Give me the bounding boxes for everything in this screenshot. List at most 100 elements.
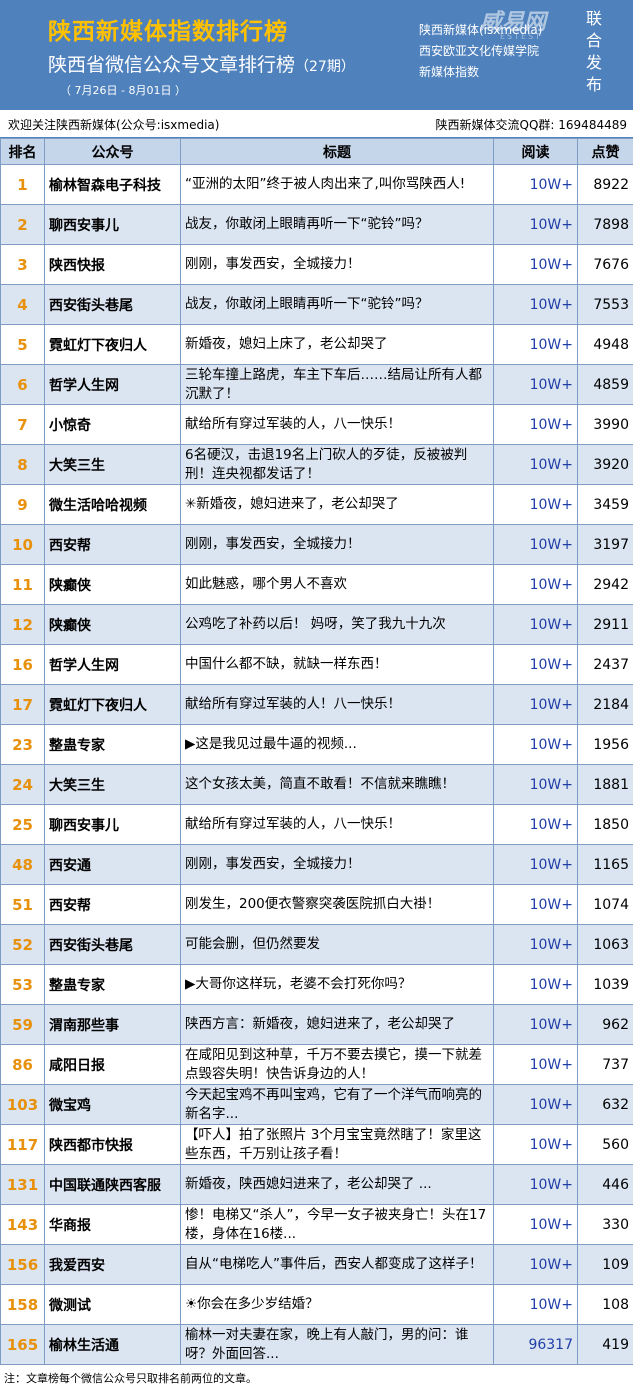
reads-cell: 10W+ <box>493 684 578 725</box>
rank-cell: 52 <box>0 924 45 965</box>
account-cell: 西安帮 <box>44 884 181 925</box>
account-cell: 西安通 <box>44 844 181 885</box>
likes-cell: 3197 <box>577 524 633 565</box>
reads-cell: 10W+ <box>493 484 578 525</box>
likes-cell: 1850 <box>577 804 633 845</box>
account-cell: 大笑三生 <box>44 764 181 805</box>
likes-cell: 737 <box>577 1044 633 1085</box>
rank-cell: 165 <box>0 1324 45 1365</box>
account-cell: 西安帮 <box>44 524 181 565</box>
account-cell: 微测试 <box>44 1284 181 1325</box>
account-cell: 霓虹灯下夜归人 <box>44 324 181 365</box>
table-row: 48 西安通 刚刚，事发西安，全城接力！ 10W+ 1165 <box>0 844 633 885</box>
reads-cell: 10W+ <box>493 564 578 605</box>
rank-cell: 2 <box>0 204 45 245</box>
table-row: 11 陕癫侠 如此魅惑，哪个男人不喜欢 10W+ 2942 <box>0 564 633 605</box>
reads-cell: 10W+ <box>493 604 578 645</box>
title-cell: 新婚夜，陕西媳妇进来了，老公却哭了 ... <box>180 1164 494 1205</box>
table-row: 25 聊西安事儿 献给所有穿过军装的人，八一快乐！ 10W+ 1850 <box>0 804 633 845</box>
table-row: 23 整蛊专家 ▶这是我见过最牛逼的视频... 10W+ 1956 <box>0 724 633 765</box>
account-cell: 整蛊专家 <box>44 964 181 1005</box>
reads-cell: 10W+ <box>493 444 578 485</box>
table-row: 9 微生活哈哈视频 ✳新婚夜，媳妇进来了，老公却哭了 10W+ 3459 <box>0 484 633 525</box>
account-cell: 中国联通陕西客服 <box>44 1164 181 1205</box>
likes-cell: 3990 <box>577 404 633 445</box>
rank-cell: 8 <box>0 444 45 485</box>
account-cell: 咸阳日报 <box>44 1044 181 1085</box>
likes-cell: 7676 <box>577 244 633 285</box>
table-row: 7 小惊奇 献给所有穿过军装的人，八一快乐！ 10W+ 3990 <box>0 404 633 445</box>
likes-cell: 8922 <box>577 164 633 205</box>
title-cell: 刚刚，事发西安，全城接力！ <box>180 524 494 565</box>
reads-cell: 10W+ <box>493 404 578 445</box>
col-header-title: 标题 <box>180 138 494 165</box>
table-row: 12 陕癫侠 公鸡吃了补药以后！ 妈呀，笑了我九十九次 10W+ 2911 <box>0 604 633 645</box>
rank-cell: 117 <box>0 1124 45 1165</box>
rank-cell: 23 <box>0 724 45 765</box>
rank-cell: 51 <box>0 884 45 925</box>
likes-cell: 2911 <box>577 604 633 645</box>
table-row: 165 榆林生活通 榆林一对夫妻在家，晚上有人敲门，男的问：谁呀？外面回答... 96… <box>0 1324 633 1365</box>
table-row: 103 微宝鸡 今天起宝鸡不再叫宝鸡，它有了一个洋气而响亮的新名字... 10W+ 63… <box>0 1084 633 1125</box>
account-cell: 小惊奇 <box>44 404 181 445</box>
reads-cell: 10W+ <box>493 244 578 285</box>
table-row: 156 我爱西安 自从“电梯吃人”事件后，西安人都变成了这样子！ 10W+ 109 <box>0 1244 633 1285</box>
reads-cell: 10W+ <box>493 724 578 765</box>
reads-cell: 10W+ <box>493 884 578 925</box>
publisher-line: 新媒体指数 <box>419 65 480 79</box>
table-row: 10 西安帮 刚刚，事发西安，全城接力！ 10W+ 3197 <box>0 524 633 565</box>
table-row: 131 中国联通陕西客服 新婚夜，陕西媳妇进来了，老公却哭了 ... 10W+ 446 <box>0 1164 633 1205</box>
likes-cell: 1165 <box>577 844 633 885</box>
account-cell: 微宝鸡 <box>44 1084 181 1125</box>
likes-cell: 1074 <box>577 884 633 925</box>
title-cell: 今天起宝鸡不再叫宝鸡，它有了一个洋气而响亮的新名字... <box>180 1084 494 1125</box>
title-cell: ▶这是我见过最牛逼的视频... <box>180 724 494 765</box>
header-banner: 陕西新媒体指数排行榜 陕西省微信公众号文章排行榜（27期） （ 7月26日 - … <box>0 0 633 110</box>
likes-cell: 2437 <box>577 644 633 685</box>
reads-cell: 10W+ <box>493 324 578 365</box>
reads-cell: 10W+ <box>493 1044 578 1085</box>
title-cell: 可能会删，但仍然要发 <box>180 924 494 965</box>
table-row: 143 华商报 惨！电梯又“杀人”，今早一女子被夹身亡！头在17楼，身体在16楼..… <box>0 1204 633 1245</box>
rank-cell: 143 <box>0 1204 45 1245</box>
rank-cell: 6 <box>0 364 45 405</box>
table-row: 5 霓虹灯下夜归人 新婚夜，媳妇上床了，老公却哭了 10W+ 4948 <box>0 324 633 365</box>
table-row: 2 聊西安事儿 战友，你敢闭上眼睛再听一下“驼铃”吗？ 10W+ 7898 <box>0 204 633 245</box>
page-title: 陕西新媒体指数排行榜 <box>48 19 288 45</box>
rank-cell: 158 <box>0 1284 45 1325</box>
reads-cell: 10W+ <box>493 1204 578 1245</box>
table-row: 51 西安帮 刚发生，200便衣警察突袭医院抓白大褂！ 10W+ 1074 <box>0 884 633 925</box>
likes-cell: 1956 <box>577 724 633 765</box>
title-cell: ▶大哥你这样玩，老婆不会打死你吗？ <box>180 964 494 1005</box>
reads-cell: 10W+ <box>493 844 578 885</box>
title-cell: 如此魅惑，哪个男人不喜欢 <box>180 564 494 605</box>
account-cell: 陕癫侠 <box>44 564 181 605</box>
rank-cell: 25 <box>0 804 45 845</box>
page-subtitle: 陕西省微信公众号文章排行榜（27期） <box>48 50 355 77</box>
account-cell: 整蛊专家 <box>44 724 181 765</box>
title-cell: 自从“电梯吃人”事件后，西安人都变成了这样子！ <box>180 1244 494 1285</box>
rank-cell: 5 <box>0 324 45 365</box>
qq-group-notice: 陕西新媒体交流QQ群: 169484489 <box>435 118 627 132</box>
reads-cell: 10W+ <box>493 644 578 685</box>
account-cell: 哲学人生网 <box>44 364 181 405</box>
table-row: 4 西安街头巷尾 战友，你敢闭上眼睛再听一下“驼铃”吗？ 10W+ 7553 <box>0 284 633 325</box>
date-range: （ 7月26日 - 8月01日 ） <box>60 84 186 97</box>
title-cell: 榆林一对夫妻在家，晚上有人敲门，男的问：谁呀？外面回答... <box>180 1324 494 1365</box>
account-cell: 西安街头巷尾 <box>44 284 181 325</box>
title-cell: 刚刚，事发西安，全城接力！ <box>180 844 494 885</box>
rank-cell: 16 <box>0 644 45 685</box>
title-cell: 刚刚，事发西安，全城接力！ <box>180 244 494 285</box>
col-header-account: 公众号 <box>44 138 181 165</box>
reads-cell: 10W+ <box>493 924 578 965</box>
title-cell: 战友，你敢闭上眼睛再听一下“驼铃”吗？ <box>180 204 494 245</box>
title-cell: 献给所有穿过军装的人，八一快乐！ <box>180 404 494 445</box>
reads-cell: 10W+ <box>493 1084 578 1125</box>
vertical-char: 联 <box>585 9 602 28</box>
likes-cell: 109 <box>577 1244 633 1285</box>
publisher-list: 陕西新媒体(isxmedia) 西安欧亚文化传媒学院 新媒体指数 <box>419 20 542 83</box>
likes-cell: 4859 <box>577 364 633 405</box>
table-row: 24 大笑三生 这个女孩太美，简直不敢看！不信就来瞧瞧！ 10W+ 1881 <box>0 764 633 805</box>
likes-cell: 1039 <box>577 964 633 1005</box>
rank-cell: 7 <box>0 404 45 445</box>
